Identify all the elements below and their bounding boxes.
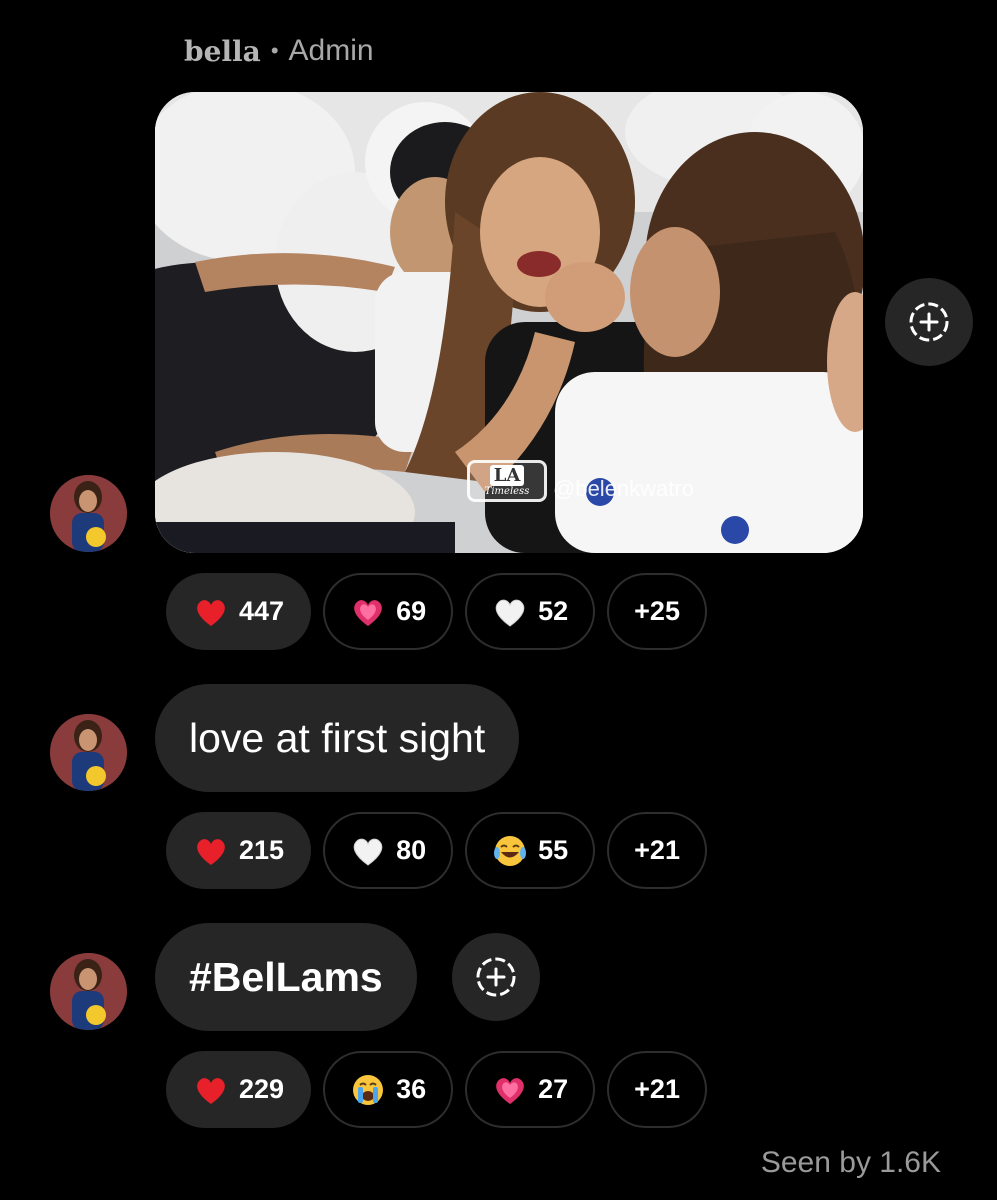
seen-by-status[interactable]: Seen by 1.6K	[761, 1146, 941, 1180]
avatar[interactable]	[50, 953, 127, 1030]
reaction-pill[interactable]: 447	[166, 573, 312, 650]
message-photo[interactable]: LA Timeless @belenkwatro	[155, 92, 863, 553]
reaction-pill[interactable]: 215	[166, 812, 312, 889]
more-reactions-pill[interactable]: +25	[607, 573, 707, 650]
reaction-count: 27	[538, 1074, 569, 1104]
sender-name[interactable]: bella	[184, 35, 261, 68]
reaction-count: 215	[239, 835, 285, 865]
reaction-count: 36	[396, 1074, 427, 1104]
reaction-bar: 229 36 27 +21	[166, 1051, 707, 1128]
watermark-handle: @belenkwatro	[553, 476, 694, 501]
sender-role: Admin	[288, 34, 374, 67]
add-reaction-button[interactable]	[452, 933, 540, 1021]
reaction-pill[interactable]: 52	[465, 573, 596, 650]
message-text: #BelLams	[189, 953, 383, 1000]
reaction-count: 55	[538, 835, 569, 865]
white-heart-icon	[353, 838, 383, 866]
reaction-count: 447	[239, 596, 285, 626]
more-reactions-pill[interactable]: +21	[607, 812, 707, 889]
more-reactions-count: +25	[634, 596, 680, 626]
reaction-count: 229	[239, 1074, 285, 1104]
add-reaction-button[interactable]	[885, 278, 973, 366]
more-reactions-pill[interactable]: +21	[607, 1051, 707, 1128]
laughing-face-icon	[494, 835, 527, 866]
reaction-pill[interactable]: 55	[465, 812, 596, 889]
reaction-pill[interactable]: 27	[465, 1051, 596, 1128]
reaction-pill[interactable]: 229	[166, 1051, 312, 1128]
reaction-pill[interactable]: 80	[323, 812, 454, 889]
add-reaction-icon	[476, 957, 516, 997]
reaction-bar: 215 80 55 +21	[166, 812, 707, 889]
red-heart-icon	[197, 1077, 225, 1104]
separator-dot: •	[270, 38, 279, 63]
red-heart-icon	[197, 599, 225, 626]
white-heart-icon	[495, 599, 525, 627]
red-heart-icon	[197, 838, 225, 865]
avatar-image	[50, 714, 127, 791]
avatar[interactable]	[50, 714, 127, 791]
reaction-pill[interactable]: 69	[323, 573, 454, 650]
reaction-pill[interactable]: 36	[323, 1051, 454, 1128]
reaction-bar: 447 69 52 +25	[166, 573, 707, 650]
reaction-count: 52	[538, 596, 569, 626]
more-reactions-count: +21	[634, 835, 680, 865]
avatar-image	[50, 475, 127, 552]
photo-watermark: LA Timeless @belenkwatro	[467, 460, 694, 502]
message-bubble[interactable]: love at first sight	[155, 684, 520, 792]
watermark-logo: LA Timeless	[467, 460, 547, 502]
watermark-logo-text: LA	[489, 465, 525, 486]
message-text: love at first sight	[189, 714, 486, 761]
watermark-logo-subtext: Timeless	[484, 486, 530, 497]
avatar-image	[50, 953, 127, 1030]
pink-heart-icon	[496, 1077, 524, 1104]
chat-screen: bella • Admin LA Timeless @belenkwatro 4…	[0, 0, 997, 1200]
pink-heart-icon	[354, 599, 382, 626]
crying-face-icon	[353, 1074, 384, 1105]
reaction-count: 69	[396, 596, 427, 626]
avatar[interactable]	[50, 475, 127, 552]
message-bubble[interactable]: #BelLams	[155, 923, 417, 1031]
add-reaction-icon	[909, 302, 949, 342]
reaction-count: 80	[396, 835, 427, 865]
more-reactions-count: +21	[634, 1074, 680, 1104]
sender-header: bella • Admin	[184, 34, 374, 68]
